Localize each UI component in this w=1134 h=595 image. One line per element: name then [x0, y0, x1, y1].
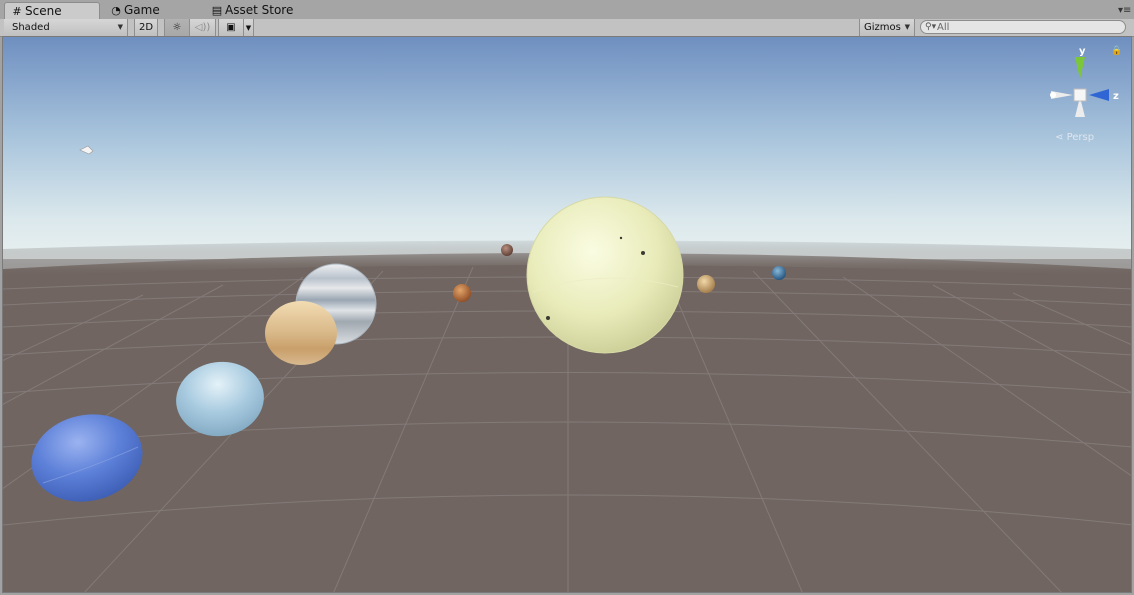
tab-asset-store[interactable]: ▤ Asset Store	[205, 2, 315, 19]
audio-toggle-button[interactable]: ◁))	[190, 19, 216, 36]
gizmos-dropdown[interactable]: Gizmos ▼	[859, 19, 915, 36]
sun-icon: ☼	[172, 22, 182, 33]
scene-toolbar: Shaded ▼ 2D ☼ ◁)) ▣ ▼ Gizmos ▼ ⚲▾	[0, 19, 1134, 37]
effects-toggle-button[interactable]: ▣	[218, 19, 244, 36]
2d-toggle-button[interactable]: 2D	[134, 19, 158, 36]
mars-sphere[interactable]	[453, 284, 471, 302]
hierarchy-search[interactable]: ⚲▾	[920, 20, 1126, 34]
search-input[interactable]	[937, 21, 1117, 33]
search-icon: ⚲▾	[925, 22, 937, 32]
orientation-gizmo[interactable]: y z	[1047, 45, 1125, 145]
image-icon: ▣	[226, 22, 236, 33]
tab-scene-label: Scene	[25, 4, 62, 18]
scene-viewport[interactable]: y z 🔒 ⋖ Persp	[2, 36, 1132, 593]
2d-label: 2D	[138, 22, 154, 33]
pluto-sphere[interactable]	[501, 244, 513, 256]
grid-icon: #	[12, 5, 22, 18]
saturn-sphere[interactable]	[265, 301, 337, 365]
persp-arrow-icon: ⋖	[1055, 132, 1064, 143]
speaker-icon: ◁))	[194, 22, 211, 33]
gizmo-y-label: y	[1079, 46, 1086, 57]
lock-icon[interactable]: 🔒	[1111, 46, 1122, 56]
sun-sphere[interactable]	[526, 196, 684, 354]
tab-game-label: Game	[124, 3, 160, 17]
chevron-down-icon: ▼	[904, 23, 910, 31]
projection-toggle[interactable]: ⋖ Persp	[1055, 132, 1094, 143]
shading-mode-dropdown[interactable]: Shaded ▼	[4, 19, 128, 36]
chevron-down-icon: ▼	[245, 24, 252, 32]
tab-scene[interactable]: # Scene	[4, 2, 100, 19]
pacman-icon: ◔	[111, 4, 121, 17]
gizmos-label: Gizmos	[864, 22, 901, 33]
gizmo-z-axis[interactable]	[1089, 89, 1109, 101]
gizmo-z-label: z	[1113, 91, 1119, 102]
tab-menu-icon[interactable]: ▾≡	[1118, 5, 1131, 17]
venus-sphere[interactable]	[697, 275, 715, 293]
tab-game[interactable]: ◔ Game	[104, 2, 200, 19]
lighting-toggle-button[interactable]: ☼	[164, 19, 190, 36]
gizmo-y-axis[interactable]	[1075, 57, 1085, 79]
projection-label: Persp	[1066, 132, 1095, 143]
earth-sphere[interactable]	[772, 266, 786, 280]
scene-render	[3, 37, 1131, 592]
effects-dropdown-button[interactable]: ▼	[244, 19, 254, 36]
gizmo-center-cube	[1073, 88, 1087, 102]
shading-mode-label: Shaded	[12, 22, 50, 33]
tab-asset-store-label: Asset Store	[225, 3, 294, 17]
tab-bar: # Scene ◔ Game ▤ Asset Store ▾≡	[0, 0, 1134, 20]
store-icon: ▤	[211, 4, 223, 17]
chevron-down-icon: ▼	[117, 23, 123, 31]
